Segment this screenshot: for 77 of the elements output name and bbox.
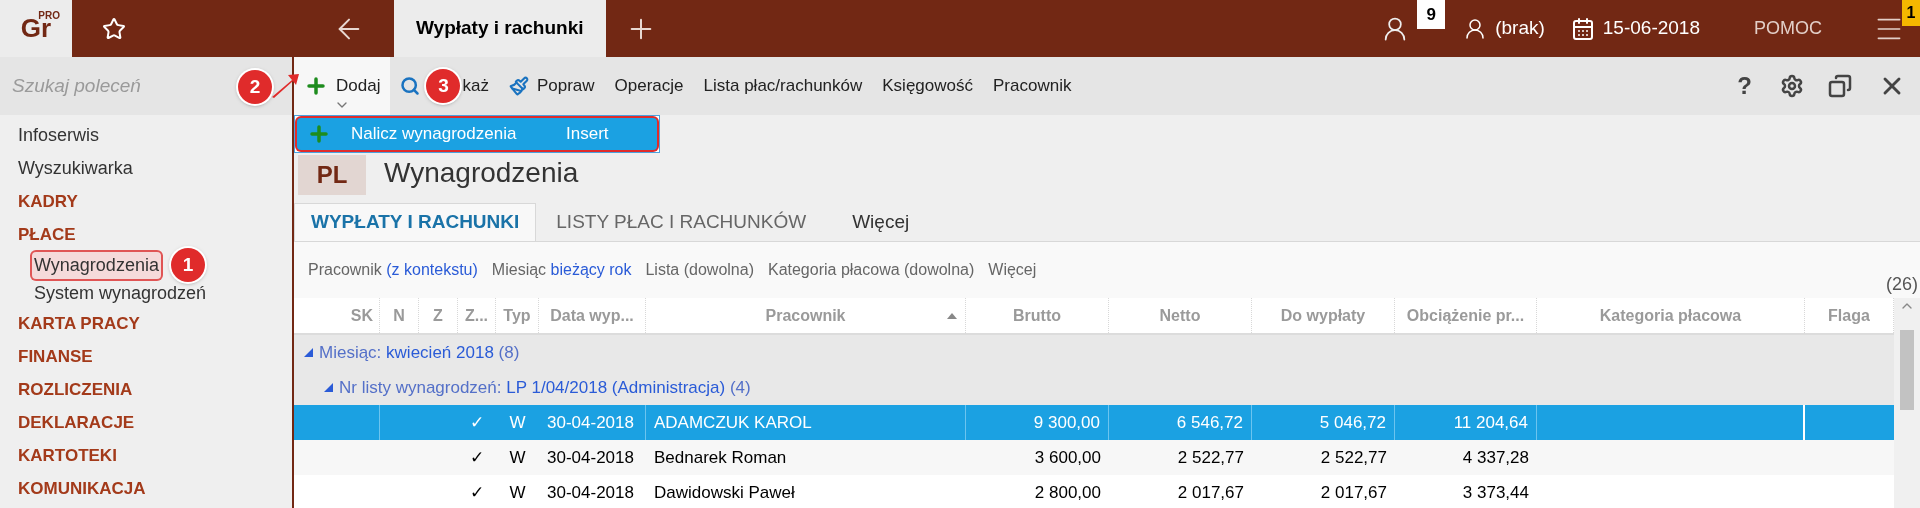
restore-window-icon[interactable] <box>1828 74 1852 98</box>
filter-link[interactable]: Kategoria płacowa (dowolna) <box>767 258 975 282</box>
toolbar-button[interactable]: Pracownik <box>983 57 1082 115</box>
callout-number: 2 <box>238 70 272 104</box>
document-tab[interactable]: Wypłaty i rachunki <box>394 0 606 57</box>
sort-icon <box>947 312 957 319</box>
help-link[interactable]: POMOC <box>1754 0 1822 57</box>
sidebar-item[interactable]: KARTOTEKI <box>16 442 119 469</box>
filter-link[interactable]: Miesiąc bieżący rok <box>491 258 632 282</box>
group-row[interactable]: Miesiąc: kwiecień 2018 (8) <box>294 335 1894 370</box>
toolbar-button[interactable]: 3 każ <box>390 57 499 115</box>
menu-item[interactable]: Nalicz wynagrodzenia Insert <box>297 118 657 150</box>
sidebar-item[interactable]: KADRY <box>16 188 80 215</box>
plus-icon <box>307 122 331 146</box>
table-cell-text: 3 600,00 <box>1033 446 1102 469</box>
table-cell-text: 30-04-2018 <box>546 446 635 469</box>
date-label[interactable]: 15-06-2018 <box>1602 14 1700 43</box>
table-cell-text: W <box>508 481 527 504</box>
search-icon <box>400 76 421 96</box>
scrollbar[interactable] <box>1894 298 1920 508</box>
filter-link[interactable]: Lista (dowolna) <box>645 258 754 282</box>
sidebar-item[interactable]: DEKLARACJE <box>16 409 137 436</box>
menu-badge: 1 <box>1902 0 1920 26</box>
table-row[interactable]: ✓ W 30-04-2018 ADAMCZUK KAROL 9 300,00 6 546,72 5 046,72 11 204,64 <box>294 405 1894 440</box>
help-button[interactable]: ? <box>1737 68 1752 104</box>
table-cell-text: 3 373,44 <box>1461 481 1530 504</box>
table-cell-text: Dawidowski Paweł <box>653 481 796 504</box>
toolbar-button[interactable]: Dodaj <box>294 57 391 115</box>
module-badge: PL <box>298 155 366 195</box>
view-tab[interactable]: Więcej <box>822 203 926 241</box>
sidebar-item[interactable]: System wynagrodzeń <box>32 279 209 307</box>
table-cell-text: ✓ <box>469 411 485 434</box>
app-logo[interactable]: GrPRO <box>0 0 72 57</box>
table-cell-text: 2 522,77 <box>1176 446 1245 469</box>
page-title: Wynagrodzenia <box>384 156 579 190</box>
sidebar-item[interactable]: PŁACE <box>16 221 78 248</box>
table-cell-text: 2 017,67 <box>1176 481 1245 504</box>
brush-icon <box>508 76 529 96</box>
plus-icon <box>304 74 328 98</box>
filter-link[interactable]: Pracownik (z kontekstu) <box>308 258 478 282</box>
table-cell-text: 2 017,67 <box>1319 481 1388 504</box>
sidebar-item[interactable]: Wyszukiwarka <box>16 155 135 182</box>
expand-icon <box>304 348 313 357</box>
toolbar-button[interactable]: Księgowość <box>872 57 983 115</box>
sidebar-item[interactable]: Wynagrodzenia <box>32 251 161 279</box>
table-cell-text: 4 337,28 <box>1461 446 1530 469</box>
table-cell-text: W <box>508 411 527 434</box>
expand-icon <box>324 383 333 392</box>
sidebar-item[interactable]: FINANSE <box>16 343 95 370</box>
calendar-icon[interactable] <box>1570 16 1595 41</box>
pointer-arrow <box>270 71 300 99</box>
group-row[interactable]: Nr listy wynagrodzeń: LP 1/04/2018 (Administracja) (4) <box>294 370 1894 405</box>
table-cell-text: ✓ <box>469 446 485 469</box>
table-row[interactable]: ✓ W 30-04-2018 Bednarek Roman 3 600,00 2 522,77 2 522,77 4 337,28 <box>294 440 1894 475</box>
scroll-thumb[interactable] <box>1900 330 1914 410</box>
filter-link[interactable]: Więcej <box>988 258 1037 282</box>
record-count: (26) <box>1886 273 1918 296</box>
table-cell-text: 2 522,77 <box>1319 446 1388 469</box>
sidebar-item[interactable]: KARTA PRACY <box>16 310 142 337</box>
callout-number: 1 <box>170 248 205 282</box>
view-tab[interactable]: WYPŁATY I RACHUNKI <box>294 203 537 241</box>
toolbar-button[interactable]: Lista płac/rachunków <box>693 57 873 115</box>
table-cell-text: Bednarek Roman <box>653 446 788 469</box>
sidebar-item[interactable]: KOMUNIKACJA <box>16 475 148 502</box>
view-tab[interactable]: LISTY PŁAC I RACHUNKÓW <box>536 203 823 241</box>
toolbar-button[interactable]: Popraw <box>498 57 605 115</box>
sidebar-item[interactable]: Infoserwis <box>16 122 102 149</box>
user-name[interactable]: (brak) <box>1495 14 1545 43</box>
table-cell-text: ✓ <box>469 481 485 504</box>
sidebar-item[interactable]: ROZLICZENIA <box>16 376 135 403</box>
callout-number: 3 <box>426 69 461 103</box>
table-cell-text: W <box>508 446 527 469</box>
table-cell-text: 30-04-2018 <box>546 481 635 504</box>
toolbar-button[interactable]: Operacje <box>604 57 694 115</box>
table-cell-text: 2 800,00 <box>1033 481 1102 504</box>
settings-icon[interactable] <box>1780 74 1804 98</box>
notification-badge: 9 <box>1417 0 1446 29</box>
